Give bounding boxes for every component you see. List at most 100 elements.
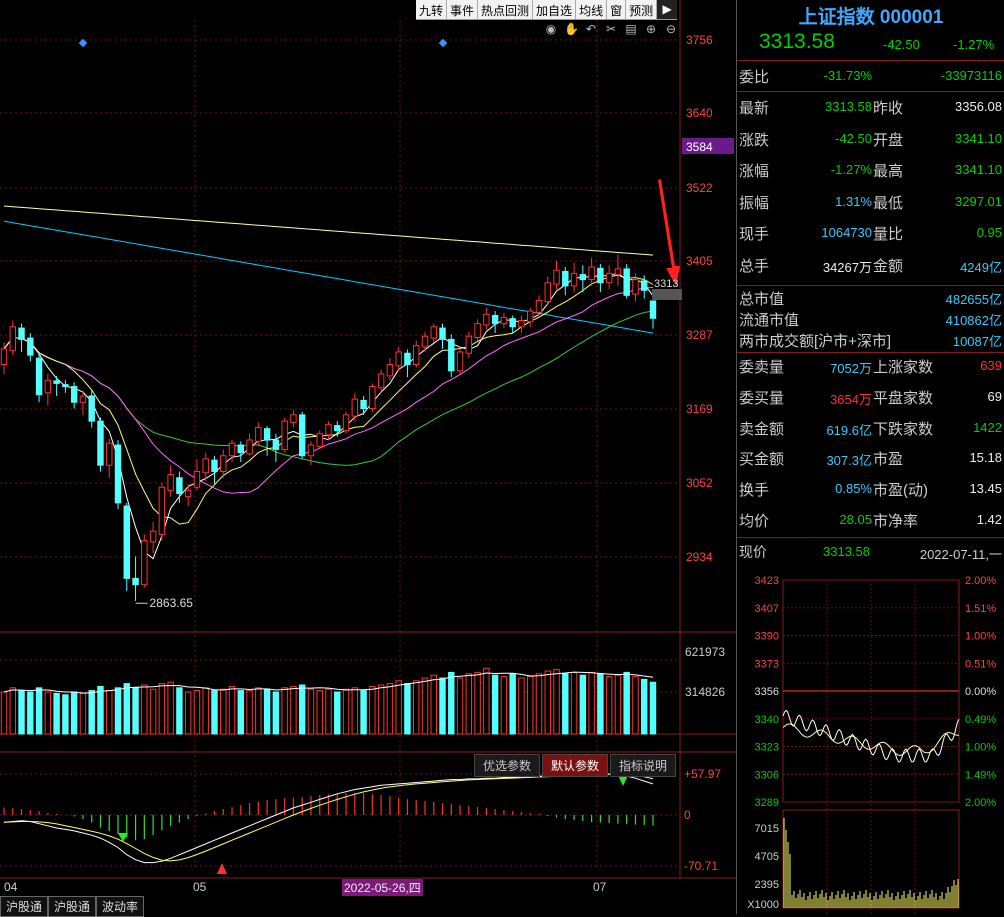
toolbar-forecast-button[interactable]: 预测 xyxy=(626,0,658,19)
candle-body xyxy=(202,458,209,474)
toolbar-add-watchlist-button[interactable]: 加自选 xyxy=(533,0,577,19)
volume-bar xyxy=(272,691,280,735)
volume-bar xyxy=(614,674,622,735)
intraday-mini-chart[interactable]: 3423 2.00% 3407 1.51% 3390 1.00% 3373 0.51% 3356… xyxy=(737,570,1004,914)
stat-value: 28.05 xyxy=(839,512,872,527)
candle-body xyxy=(307,444,315,457)
stat-label: 市净率 xyxy=(873,513,919,530)
market-label: 流通市值 xyxy=(739,312,800,329)
date-tick-label: 05 xyxy=(193,880,207,894)
candle-body xyxy=(412,345,420,366)
stat-row: 卖金额 619.6亿 下跌家数 1422 xyxy=(737,418,1004,449)
collapse-arrow-icon[interactable]: ▶ xyxy=(657,0,678,19)
macd-tick-label: 0 xyxy=(684,808,691,822)
candle-body xyxy=(395,351,402,367)
volume-bar xyxy=(237,690,245,735)
candle-body xyxy=(158,486,166,535)
trash-icon[interactable]: ▤ xyxy=(624,22,638,36)
tab-default-params[interactable]: 默认参数 xyxy=(542,754,609,777)
toolbar-events-button[interactable]: 事件 xyxy=(447,0,479,19)
candle-body xyxy=(255,426,262,442)
price-tick-label: 3640 xyxy=(686,106,713,120)
price-tick-label: 3584 xyxy=(686,140,713,154)
volume-bar xyxy=(342,688,350,735)
candle-body xyxy=(246,439,253,455)
undo-icon[interactable]: ↶ xyxy=(584,22,598,36)
candle-body xyxy=(526,310,534,323)
candle-body xyxy=(281,420,288,450)
toolbar-jiuzhuan-button[interactable]: 九转 xyxy=(416,0,448,19)
stat-label: 买金额 xyxy=(739,451,785,469)
kline-chart-area[interactable]: 2863.65 3756 3640 3584 3522 3405 3287 3169 3052 2… xyxy=(0,0,736,917)
stat-value: 3654万 xyxy=(830,391,872,407)
now-price: 3313.58 xyxy=(823,544,870,559)
current-price: 3313.58 xyxy=(759,30,835,53)
index-title[interactable]: 上证指数 000001 xyxy=(737,2,1004,29)
volume-bar xyxy=(605,676,613,735)
stat-label: 下跌家数 xyxy=(873,420,934,438)
hand-icon[interactable]: ✋ xyxy=(564,22,579,36)
mini-left-tick: 3423 xyxy=(755,575,779,587)
candle-body xyxy=(430,326,437,339)
mini-right-tick: 0.51% xyxy=(965,658,996,670)
quote-value: -42.50 xyxy=(835,130,872,146)
mini-left-tick: 3373 xyxy=(755,658,779,670)
volume-bar xyxy=(281,687,288,735)
stat-value: 1422 xyxy=(973,419,1002,435)
candle-body xyxy=(588,266,595,281)
price-change-pct: -1.27% xyxy=(953,37,995,52)
candle-body xyxy=(360,399,367,410)
mini-left-tick: 3356 xyxy=(755,686,779,698)
candle-body xyxy=(123,505,131,579)
candle-body xyxy=(570,272,578,287)
volume-bar xyxy=(448,671,455,735)
tab-optimized-params[interactable]: 优选参数 xyxy=(474,754,541,777)
stat-label: 市盈 xyxy=(873,451,904,469)
eye-icon[interactable]: ◉ xyxy=(544,22,558,36)
candle-body xyxy=(500,316,508,325)
quote-label: 涨幅 xyxy=(739,163,770,180)
quote-value: 34267万 xyxy=(822,259,872,275)
scissors-icon[interactable]: ✂ xyxy=(604,22,618,36)
market-label: 总市值 xyxy=(739,291,785,308)
candle-body xyxy=(220,455,227,472)
quote-label: 现手 xyxy=(739,226,770,243)
candle-body xyxy=(62,384,69,388)
volume-bar xyxy=(53,692,60,735)
quote-label: 涨跌 xyxy=(739,131,770,149)
candle-body xyxy=(272,439,280,450)
toolbar-window-button[interactable]: 窗 xyxy=(607,0,627,19)
candle-body xyxy=(553,269,560,285)
toolbar-ma-button[interactable]: 均线 xyxy=(576,0,608,19)
market-row: 总市值 482655亿 xyxy=(737,288,1004,309)
stat-label: 委卖量 xyxy=(739,359,785,376)
mini-left-tick: 3289 xyxy=(755,797,779,809)
macd-dea-line xyxy=(3,773,654,862)
volume-bar xyxy=(404,683,411,735)
volume-bar xyxy=(623,671,630,735)
quote-value: 3356.08 xyxy=(955,99,1002,114)
quote-label: 量比 xyxy=(873,226,904,243)
tab-indicator-help[interactable]: 指标说明 xyxy=(610,754,677,777)
candle-body xyxy=(483,313,490,326)
candle-body xyxy=(614,268,622,276)
mini-right-tick: 1.51% xyxy=(965,603,996,615)
volume-bar xyxy=(9,687,16,735)
volume-bar xyxy=(579,674,587,735)
volume-bar xyxy=(27,691,34,735)
candle-body xyxy=(377,373,385,389)
zoom-in-icon[interactable]: ⊕ xyxy=(644,22,658,36)
ma10-line xyxy=(3,274,654,525)
toolbar-hotspot-backtest-button[interactable]: 热点回测 xyxy=(478,0,534,19)
volume-bar xyxy=(491,674,499,735)
volume-bar xyxy=(176,687,183,735)
zoom-out-icon[interactable]: ⊖ xyxy=(664,22,678,36)
now-row: 现价 3313.58 2022-07-11,一 xyxy=(737,542,1004,564)
volume-bar xyxy=(228,685,236,735)
volume-bar xyxy=(439,677,446,735)
volume-bar xyxy=(79,692,87,735)
candle-body xyxy=(149,530,157,543)
price-tick-label: 3405 xyxy=(686,254,713,268)
volume-bar xyxy=(184,691,192,735)
divider xyxy=(737,60,1004,61)
